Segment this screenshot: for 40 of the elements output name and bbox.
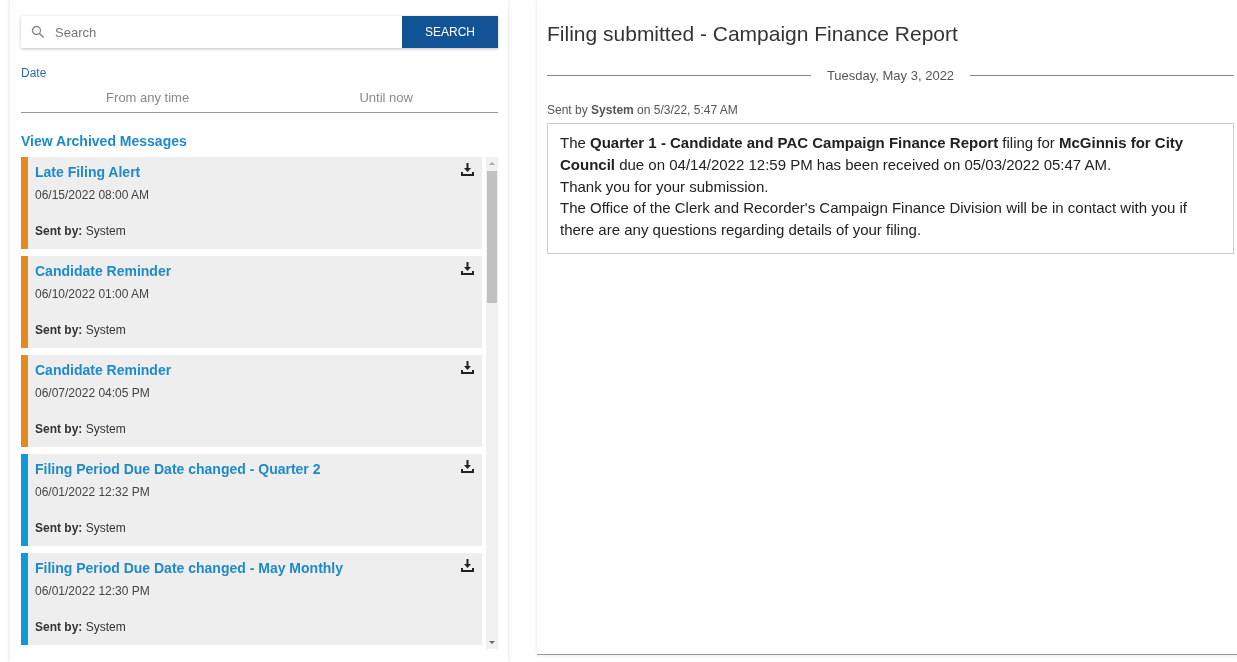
message-date: 06/15/2022 08:00 AM (35, 188, 151, 204)
message-paragraph: Thank you for your submission. (560, 176, 770, 197)
message-title-link[interactable]: Candidate Reminder (35, 361, 172, 378)
date-label: Date (21, 65, 48, 82)
message-card[interactable]: Filing Period Due Date changed - Quarter 2 06/01/2022 12:32 PM Sent by: System (21, 453, 482, 546)
message-title-link[interactable]: Candidate Reminder (35, 262, 172, 279)
download-icon[interactable] (461, 261, 474, 275)
message-title-link[interactable]: Late Filing Alert (35, 163, 141, 180)
message-date: 06/07/2022 04:05 PM (35, 386, 151, 402)
message-date: 06/01/2022 12:30 PM (35, 584, 151, 600)
download-icon[interactable] (461, 459, 474, 473)
message-paragraph: The Quarter 1 - Candidate and PAC Campaign Finance Report filing for McGinnis for City Council due on 04/14/2022 12:59 PM has been received on 05/03/2022 05:47 AM. (560, 133, 1185, 175)
sender-text: Sent by: System (35, 619, 126, 634)
message-card[interactable]: Filing Period Due Date changed - May Monthly 06/01/2022 12:30 PM Sent by: System (21, 552, 482, 645)
message-date: 06/01/2022 12:32 PM (35, 485, 151, 501)
message-card[interactable]: Late Filing Alert 06/15/2022 08:00 AM Sent by: System (21, 156, 482, 249)
sender-info: Sent by System on 5/3/22, 5:47 AM (547, 102, 739, 119)
download-icon[interactable] (461, 360, 474, 374)
message-card[interactable]: Candidate Reminder 06/07/2022 04:05 PM Sent by: System (21, 354, 482, 447)
sender-text: Sent by: System (35, 322, 126, 337)
message-title: Filing submitted - Campaign Finance Report (547, 21, 959, 47)
search-button[interactable]: SEARCH (402, 16, 498, 48)
until-date-field[interactable]: Until now (359, 90, 413, 105)
message-paragraph: The Office of the Clerk and Recorder's Campaign Finance Division will be in contact with you if there are any questions regarding details of your filing. (560, 198, 1189, 240)
sender-text: Sent by: System (35, 421, 126, 436)
download-icon[interactable] (461, 162, 474, 176)
download-icon[interactable] (461, 558, 474, 572)
sender-text: Sent by: System (35, 520, 126, 535)
archived-messages-link[interactable]: View Archived Messages (21, 132, 187, 149)
scrollbar-thumb[interactable] (487, 170, 497, 303)
message-title-link[interactable]: Filing Period Due Date changed - May Monthly (35, 559, 344, 576)
message-title-link[interactable]: Filing Period Due Date changed - Quarter 2 (35, 460, 321, 477)
message-day: Tuesday, May 3, 2022 (826, 65, 955, 85)
message-date: 06/10/2022 01:00 AM (35, 287, 151, 303)
search-field[interactable]: Search SEARCH (21, 16, 498, 48)
search-icon (31, 25, 45, 39)
from-date-field[interactable]: From any time (106, 90, 190, 105)
sender-text: Sent by: System (35, 223, 126, 238)
message-card[interactable]: Candidate Reminder 06/10/2022 01:00 AM Sent by: System (21, 255, 482, 348)
scrollbar[interactable] (486, 156, 498, 649)
